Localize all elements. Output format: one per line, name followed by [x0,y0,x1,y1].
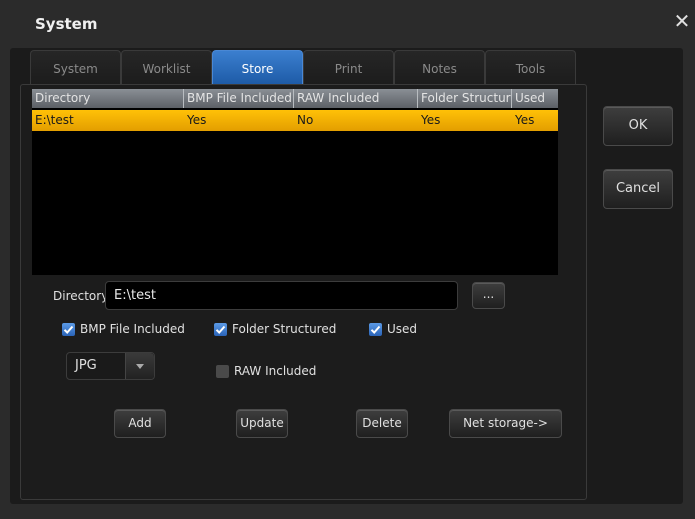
tab-store[interactable]: Store [212,50,303,85]
cell-folder: Yes [421,113,441,127]
column-header-bmp[interactable]: BMP File Included [184,89,294,108]
format-select-value: JPG [75,358,97,373]
directory-label: Directory [53,289,109,303]
tab-print[interactable]: Print [303,50,394,85]
table-header: Directory BMP File Included RAW Included… [32,89,558,108]
column-header-folder[interactable]: Folder Structured [418,89,512,108]
dialog-title: System [35,15,98,33]
column-header-raw[interactable]: RAW Included [294,89,418,108]
add-button[interactable]: Add [114,409,166,438]
chevron-down-icon[interactable] [125,353,154,379]
system-dialog: System ✕ System Worklist Store Print Not… [0,0,695,519]
directory-input[interactable]: E:\test [105,281,458,310]
cell-used: Yes [515,113,535,127]
tab-tools[interactable]: Tools [485,50,576,85]
table-row[interactable]: E:\test Yes No Yes Yes [32,110,558,131]
close-icon[interactable]: ✕ [671,10,693,32]
column-header-used[interactable]: Used [512,89,558,108]
cell-raw: No [297,113,314,127]
checkbox-unchecked-icon [216,365,229,378]
tab-system[interactable]: System [30,50,121,85]
folder-structured-label: Folder Structured [232,322,337,336]
format-select[interactable]: JPG [66,352,155,380]
cancel-button[interactable]: Cancel [603,169,673,209]
column-header-directory[interactable]: Directory [32,89,184,108]
net-storage-button[interactable]: Net storage-> [449,409,562,438]
ok-button[interactable]: OK [603,106,673,146]
directory-table[interactable]: Directory BMP File Included RAW Included… [32,89,558,275]
checkbox-checked-icon [369,323,382,336]
checkbox-checked-icon [214,323,227,336]
browse-button[interactable]: ... [472,282,505,309]
raw-included-label: RAW Included [234,364,317,378]
bmp-file-included-label: BMP File Included [80,322,185,336]
tab-worklist[interactable]: Worklist [121,50,212,85]
delete-button[interactable]: Delete [356,409,408,438]
update-button[interactable]: Update [236,409,288,438]
cell-bmp: Yes [187,113,207,127]
used-label: Used [387,322,418,336]
cell-directory: E:\test [35,113,74,127]
tab-notes[interactable]: Notes [394,50,485,85]
checkbox-checked-icon [62,323,75,336]
